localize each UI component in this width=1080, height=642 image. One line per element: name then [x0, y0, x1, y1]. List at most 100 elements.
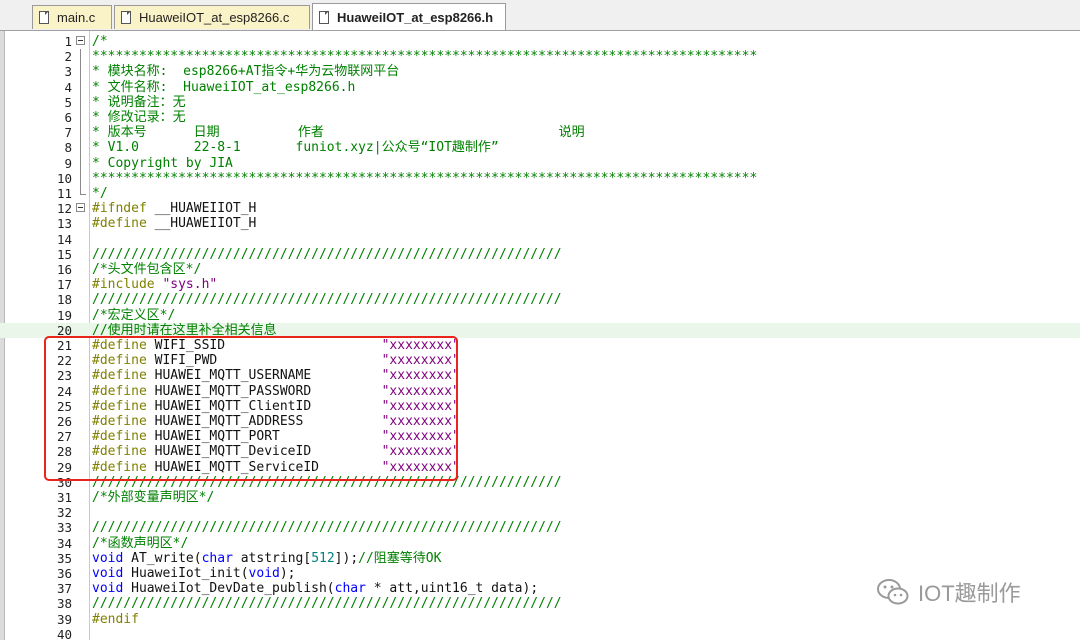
- code-line[interactable]: 9 * Copyright by JIA: [0, 155, 1080, 171]
- line-number: 39: [56, 611, 72, 627]
- code-token: * 修改记录：无: [92, 110, 186, 125]
- fold-toggle-icon[interactable]: [76, 36, 85, 45]
- code-token: void: [248, 566, 280, 581]
- code-line[interactable]: 23 #define HUAWEI_MQTT_USERNAME "xxxxxxxx…: [0, 368, 1080, 383]
- code-token: HuaweiIot_DevDate_publish(: [131, 581, 335, 597]
- code-token: /*函数声明区*/: [92, 535, 189, 551]
- line-number: 26: [56, 414, 72, 429]
- line-number: 20: [56, 322, 72, 338]
- code-token: #define: [92, 429, 155, 445]
- code-token: "xxxxxxxx": [381, 383, 460, 399]
- code-token: ////////////////////////////////////////…: [92, 520, 562, 536]
- code-line[interactable]: 27 #define HUAWEI_MQTT_PORT "xxxxxxxx": [0, 429, 1080, 444]
- code-line[interactable]: 13 #define __HUAWEIIOT_H: [0, 216, 1080, 231]
- line-number: 37: [56, 581, 72, 597]
- code-line[interactable]: 6 * 修改记录：无: [0, 110, 1080, 126]
- code-token: ////////////////////////////////////////…: [92, 474, 562, 490]
- code-editor[interactable]: 1 /* 2 ************************************…: [0, 31, 1080, 642]
- code-token: 512: [311, 550, 335, 566]
- code-line[interactable]: 29 #define HUAWEI_MQTT_ServiceID "xxxxxxx…: [0, 460, 1080, 475]
- line-number: 21: [56, 338, 72, 353]
- fold-bar: [80, 125, 81, 141]
- line-number: 16: [56, 262, 72, 277]
- code-token: HUAWEI_MQTT_PASSWORD: [154, 383, 382, 399]
- code-line[interactable]: 31 /*外部变量声明区*/: [0, 490, 1080, 505]
- code-token: #define: [92, 216, 155, 232]
- code-text: * 说明备注：无: [92, 95, 186, 110]
- code-line[interactable]: 25 #define HUAWEI_MQTT_ClientID "xxxxxxxx…: [0, 399, 1080, 414]
- code-token: /*头文件包含区*/: [92, 262, 202, 277]
- code-token: "xxxxxxxx": [381, 414, 460, 429]
- line-number: 23: [56, 368, 72, 384]
- code-token: "xxxxxxxx": [381, 429, 460, 445]
- code-line[interactable]: 3 * 模块名称: esp8266+AT指令+华为云物联网平台: [0, 64, 1080, 80]
- code-line[interactable]: 35 void AT_write(char atstring[512]);//阻塞…: [0, 551, 1080, 566]
- code-line[interactable]: 30 //////////////////////////////////////…: [0, 475, 1080, 490]
- code-line[interactable]: 5 * 说明备注：无: [0, 94, 1080, 110]
- code-line[interactable]: 20 //使用时请在这里补全相关信息: [0, 322, 1080, 338]
- code-token: void: [92, 581, 132, 597]
- line-number: 15: [56, 246, 72, 262]
- code-line[interactable]: 1 /*: [0, 34, 1080, 49]
- code-line[interactable]: 14: [0, 232, 1080, 247]
- code-token: * att,uint16_t data);: [373, 581, 539, 597]
- code-line[interactable]: 2 ***************************************…: [0, 49, 1080, 65]
- code-text: /*头文件包含区*/: [92, 262, 201, 277]
- code-token: "xxxxxxxx": [381, 368, 460, 384]
- file-icon: [39, 11, 49, 24]
- line-number: 4: [64, 79, 72, 95]
- code-token: #include: [92, 277, 163, 293]
- code-text: * Copyright by JIA: [92, 156, 233, 171]
- code-line[interactable]: 26 #define HUAWEI_MQTT_ADDRESS "xxxxxxxx": [0, 414, 1080, 429]
- code-line[interactable]: 34 /*函数声明区*/: [0, 536, 1080, 551]
- line-number: 8: [64, 140, 72, 156]
- code-text: ////////////////////////////////////////…: [92, 520, 562, 535]
- fold-bar: [80, 49, 81, 65]
- code-line[interactable]: 11 */: [0, 186, 1080, 201]
- line-number: 25: [56, 398, 72, 414]
- code-line[interactable]: 33 //////////////////////////////////////…: [0, 520, 1080, 535]
- code-line[interactable]: 22 #define WIFI_PWD "xxxxxxxx": [0, 353, 1080, 368]
- fold-toggle-icon[interactable]: [76, 203, 85, 213]
- code-text: void AT_write(char atstring[512]);//阻塞等待…: [92, 551, 441, 566]
- code-token: AT_write(: [131, 550, 202, 566]
- code-token: * 说明备注：无: [92, 94, 186, 110]
- code-token: ////////////////////////////////////////…: [92, 292, 562, 308]
- file-icon: [121, 11, 131, 24]
- code-line[interactable]: 17 #include "sys.h": [0, 277, 1080, 292]
- code-line[interactable]: 18 //////////////////////////////////////…: [0, 292, 1080, 307]
- line-number: 5: [64, 94, 72, 110]
- tab-main-c[interactable]: main.c: [32, 5, 112, 29]
- code-line[interactable]: 19 /*宏定义区*/: [0, 308, 1080, 323]
- code-token: #define: [92, 383, 155, 399]
- code-token: char: [201, 550, 241, 566]
- code-line[interactable]: 15 //////////////////////////////////////…: [0, 247, 1080, 262]
- code-token: void: [92, 550, 132, 566]
- code-line[interactable]: 7 * 版本号 日期 作者 说明: [0, 125, 1080, 141]
- code-text: ////////////////////////////////////////…: [92, 475, 562, 490]
- line-number: 14: [56, 231, 72, 247]
- code-token: __HUAWEIIOT_H: [154, 216, 257, 232]
- code-line[interactable]: 10 **************************************…: [0, 170, 1080, 186]
- code-text: #define HUAWEI_MQTT_ClientID "xxxxxxxx": [92, 399, 460, 414]
- code-line[interactable]: 24 #define HUAWEI_MQTT_PASSWORD "xxxxxxxx…: [0, 384, 1080, 399]
- tab-bar: main.c HuaweiIOT_at_esp8266.c HuaweiIOT_…: [0, 0, 1080, 31]
- code-line[interactable]: 16 /*头文件包含区*/: [0, 262, 1080, 277]
- code-text: void HuaweiIot_init(void);: [92, 566, 296, 581]
- line-number: 10: [56, 170, 72, 186]
- code-line[interactable]: 8 * V1.0 22-8-1 funiot.xyz|公众号“IOT趣制作”: [0, 140, 1080, 156]
- code-token: ****************************************…: [92, 49, 758, 65]
- line-number: 34: [56, 535, 72, 551]
- code-line[interactable]: 4 * 文件名称: HuaweiIOT_at_esp8266.h: [0, 79, 1080, 95]
- code-line[interactable]: 12 #ifndef __HUAWEIIOT_H: [0, 201, 1080, 216]
- line-number: 17: [56, 277, 72, 293]
- code-line[interactable]: 21 #define WIFI_SSID "xxxxxxxx": [0, 338, 1080, 353]
- code-line[interactable]: 28 #define HUAWEI_MQTT_DeviceID "xxxxxxxx…: [0, 444, 1080, 459]
- code-token: WIFI_SSID: [154, 338, 382, 353]
- code-line[interactable]: 32: [0, 505, 1080, 520]
- code-line[interactable]: 39 #endif: [0, 612, 1080, 627]
- code-text: * 修改记录：无: [92, 110, 186, 125]
- line-number: 38: [56, 596, 72, 612]
- tab-huaweiiot-h[interactable]: HuaweiIOT_at_esp8266.h: [312, 3, 506, 30]
- tab-huaweiiot-c[interactable]: HuaweiIOT_at_esp8266.c: [114, 5, 310, 29]
